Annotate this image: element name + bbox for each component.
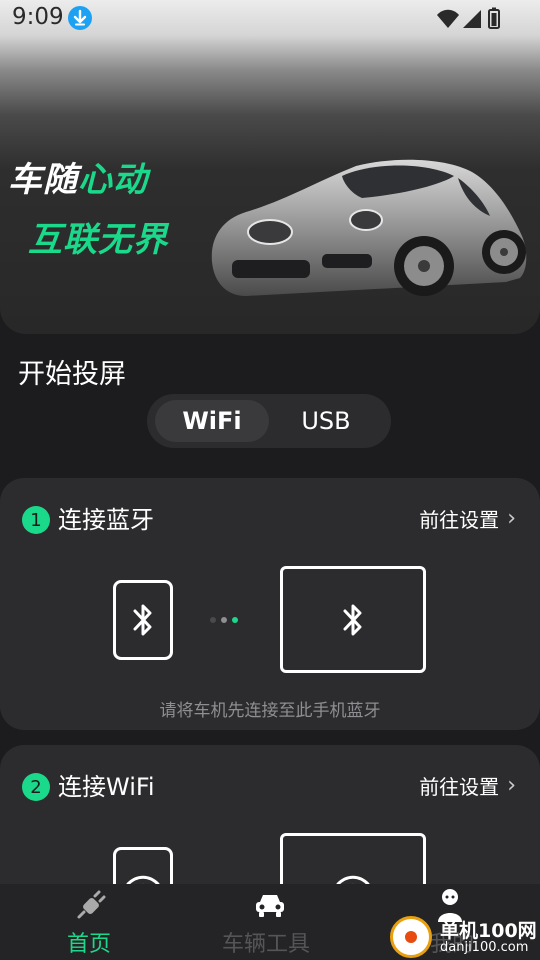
goto-bluetooth-settings-link[interactable]: 前往设置 › bbox=[419, 504, 516, 533]
step-title: 连接蓝牙 bbox=[58, 506, 154, 534]
download-icon bbox=[68, 6, 92, 30]
car-icon bbox=[256, 895, 284, 917]
battery-icon bbox=[488, 7, 500, 29]
mode-wifi-tab[interactable]: WiFi bbox=[155, 400, 269, 442]
connecting-dots bbox=[210, 617, 240, 623]
connecting-dot bbox=[210, 617, 216, 623]
hero-slogan-line-2: 互联无界 bbox=[28, 220, 168, 260]
step-title: 连接WiFi bbox=[58, 773, 155, 801]
phone-device-illustration bbox=[113, 580, 173, 660]
sports-car-image bbox=[211, 159, 527, 296]
goto-wifi-settings-link[interactable]: 前往设置 › bbox=[419, 771, 516, 800]
step-number-badge: 2 bbox=[22, 773, 50, 801]
nav-home-label: 首页 bbox=[67, 932, 112, 957]
step-card-bluetooth: 1 连接蓝牙 前往设置 › 请将车机先连接至此手机蓝牙 bbox=[0, 478, 540, 730]
step-number-badge: 1 bbox=[22, 506, 50, 534]
watermark-title: 单机100网 bbox=[440, 920, 537, 942]
bluetooth-icon bbox=[133, 604, 152, 636]
status-icons bbox=[437, 7, 500, 29]
bluetooth-icon bbox=[343, 604, 362, 635]
watermark-subtitle: danji100.com bbox=[440, 940, 529, 955]
site-watermark: 单机100网 danji100.com bbox=[390, 914, 540, 960]
step-hint: 请将车机先连接至此手机蓝牙 bbox=[159, 701, 381, 721]
watermark-logo-icon bbox=[390, 916, 432, 958]
chevron-right-icon: › bbox=[507, 506, 516, 531]
connecting-dot bbox=[221, 617, 227, 623]
mode-usb-tab[interactable]: USB bbox=[269, 400, 383, 442]
hero-slogan-line-1: 车随心动 bbox=[8, 160, 148, 200]
connection-mode-toggle: WiFi USB bbox=[147, 394, 391, 448]
status-time: 9:09 bbox=[12, 4, 64, 30]
wifi-icon bbox=[437, 9, 459, 28]
car-screen-illustration bbox=[280, 566, 426, 673]
goto-settings-label: 前往设置 bbox=[419, 508, 500, 532]
nav-vehicle-tools-label: 车辆工具 bbox=[222, 932, 311, 957]
status-bar: 9:09 bbox=[0, 0, 540, 36]
goto-settings-label: 前往设置 bbox=[419, 775, 500, 799]
connecting-dot bbox=[232, 617, 238, 623]
signal-icon bbox=[463, 10, 481, 28]
hero-banner[interactable]: 车随心动 互联无界 bbox=[0, 0, 540, 334]
chevron-right-icon: › bbox=[507, 773, 516, 798]
start-cast-title: 开始投屏 bbox=[18, 359, 126, 390]
plug-icon bbox=[77, 890, 106, 919]
